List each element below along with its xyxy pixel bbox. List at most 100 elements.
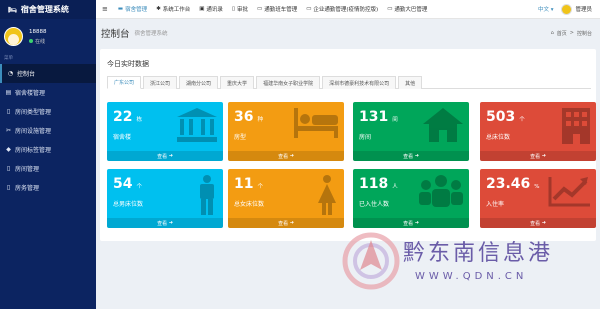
stat-label: 总男床位数 [113, 201, 144, 208]
sidebar-item-label: 房间设施管理 [15, 128, 52, 135]
sidebar-item-dorm-building[interactable]: ▤ 宿舍楼管理 [0, 83, 96, 102]
bed-icon: 🛏 [8, 5, 17, 14]
tab-other[interactable]: 其他 [398, 76, 423, 89]
stat-card-total-beds: 503 个 总床位数 查看 ➜ [480, 102, 596, 161]
stat-value: 54 [113, 176, 133, 192]
more-label: 查看 [530, 153, 541, 160]
topnav-addressbook[interactable]: ▣ 通讯录 [199, 5, 223, 13]
more-link[interactable]: 查看 ➜ [353, 151, 469, 161]
sidebar-item-room-type[interactable]: ▯ 房间类型管理 [0, 102, 96, 121]
admin-name[interactable]: 管理员 [575, 5, 592, 13]
female-icon [318, 175, 336, 215]
topnav-approval[interactable]: ▯ 审批 [232, 5, 248, 13]
panel-title: 今日实时数据 [107, 60, 149, 68]
breadcrumb-home[interactable]: 首页 [557, 30, 567, 37]
topnav-dorm-management[interactable]: ▬ 宿舍管理 [118, 5, 147, 13]
arrow-circle-right-icon: ➜ [289, 153, 294, 159]
page-subtitle: 宿舍管理系统 [134, 31, 168, 37]
more-label: 查看 [403, 153, 414, 160]
more-label: 查看 [157, 220, 168, 227]
stat-value: 503 [486, 109, 516, 125]
stat-value: 11 [234, 176, 254, 192]
stat-card-buildings: 22 栋 宿舍楼 查看 ➜ [107, 102, 223, 161]
file-icon: ▯ [231, 6, 235, 12]
stat-label: 宿舍楼 [113, 134, 132, 141]
topnav-bus[interactable]: ▭ 通勤大巴管理 [387, 5, 427, 13]
topnav-shuttle[interactable]: ▭ 通勤班车管理 [257, 5, 297, 13]
tab-shenzhen[interactable]: 深圳市德豪利技术有限公司 [322, 76, 397, 89]
sidebar-item-housekeeping[interactable]: ▯ 房务管理 [0, 178, 96, 197]
app-logo[interactable]: 🛏 宿舍管理系统 [0, 0, 96, 19]
topnav-commute[interactable]: ▭ 企业通勤管理(疫情防控版) [306, 5, 378, 13]
male-icon [200, 175, 214, 215]
more-link[interactable]: 查看 ➜ [228, 218, 344, 228]
sidebar-item-label: 房务管理 [15, 185, 40, 192]
dashboard-icon: ◔ [7, 70, 14, 77]
tab-hunan[interactable]: 湖南分公司 [179, 76, 219, 89]
stat-card-rooms: 131 间 房间 查看 ➜ [353, 102, 469, 161]
topnav-label: 审批 [236, 7, 248, 13]
tab-zhejiang[interactable]: 浙江公司 [143, 76, 178, 89]
more-link[interactable]: 查看 ➜ [107, 218, 223, 228]
arrow-circle-right-icon: ➜ [414, 153, 419, 159]
sidebar-item-room[interactable]: ▯ 房间管理 [0, 159, 96, 178]
topbar: ≡ ▬ 宿舍管理 ✱ 系统工作台 ▣ 通讯录 ▯ 审批 ▭ 通勤班车管理 ▭ 企业通勤管理(… [96, 0, 600, 19]
app-title: 宿舍管理系统 [20, 5, 69, 14]
stat-unit: 个 [519, 117, 525, 123]
home-icon: ⌂ [550, 29, 554, 36]
watermark-logo [342, 232, 400, 290]
stat-label: 总床位数 [486, 134, 511, 141]
tag-icon: ◆ [6, 146, 11, 153]
stat-value: 118 [359, 176, 389, 192]
stat-label: 房型 [234, 134, 247, 141]
admin-avatar[interactable] [561, 3, 573, 15]
arrow-circle-right-icon: ➜ [541, 153, 546, 159]
more-link[interactable]: 查看 ➜ [228, 151, 344, 161]
menu-toggle-icon[interactable]: ≡ [102, 5, 108, 13]
stat-card-room-types: 36 种 房型 查看 ➜ [228, 102, 344, 161]
more-link[interactable]: 查看 ➜ [107, 151, 223, 161]
topnav-workbench[interactable]: ✱ 系统工作台 [156, 5, 190, 13]
stat-card-male-beds: 54 个 总男床位数 查看 ➜ [107, 169, 223, 228]
bed-icon [294, 108, 338, 138]
users-icon [419, 175, 463, 207]
realtime-panel: 今日实时数据 广东公司 浙江公司 湖南分公司 重庆大学 福建华南女子职业学院 深… [100, 49, 596, 241]
topnav-label: 通勤大巴管理 [394, 7, 428, 13]
sidebar-item-label: 房间标签管理 [15, 147, 52, 154]
sidebar-item-label: 宿舍楼管理 [15, 90, 46, 97]
tab-fujian[interactable]: 福建华南女子职业学院 [256, 76, 321, 89]
more-link[interactable]: 查看 ➜ [480, 151, 596, 161]
institution-icon [177, 108, 217, 142]
sidebar-item-label: 房间类型管理 [15, 109, 52, 116]
topnav-label: 企业通勤管理(疫情防控版) [313, 7, 379, 13]
page-title: 控制台 [101, 29, 130, 40]
stat-label: 总女床位数 [234, 201, 265, 208]
addressbook-icon: ▣ [199, 6, 205, 12]
language-label: 中文 [537, 7, 549, 13]
tab-guangdong[interactable]: 广东公司 [107, 76, 142, 89]
breadcrumb: ⌂ 首页 > 控制台 [551, 30, 592, 37]
chevron-down-icon: ▾ [550, 7, 554, 13]
tab-chongqing[interactable]: 重庆大学 [220, 76, 255, 89]
tools-icon: ✂ [5, 127, 12, 134]
sidebar-item-dashboard[interactable]: ◔ 控制台 [0, 64, 96, 83]
bed-icon: ▬ [117, 6, 124, 12]
file-icon: ▯ [6, 108, 11, 115]
stat-unit: 间 [392, 117, 398, 123]
more-label: 查看 [157, 153, 168, 160]
arrow-circle-right-icon: ➜ [168, 220, 173, 226]
content-header: 控制台 宿舍管理系统 ⌂ 首页 > 控制台 [96, 19, 600, 47]
sidebar-item-room-facility[interactable]: ✂ 房间设施管理 [0, 121, 96, 140]
sidebar-item-room-tag[interactable]: ◆ 房间标签管理 [0, 140, 96, 159]
stat-value: 23.46 [486, 176, 531, 192]
building-icon: ▤ [5, 89, 12, 96]
stat-unit: 人 [392, 184, 398, 190]
arrow-circle-right-icon: ➜ [289, 220, 294, 226]
breadcrumb-current: 控制台 [576, 30, 592, 37]
watermark-text: 黔东南信息港 [403, 241, 554, 266]
topnav-label: 系统工作台 [162, 7, 191, 13]
online-dot-icon [29, 38, 33, 43]
more-label: 查看 [278, 153, 289, 160]
user-status-text: 在线 [35, 38, 46, 45]
language-select[interactable]: 中文 ▾ [538, 5, 554, 13]
